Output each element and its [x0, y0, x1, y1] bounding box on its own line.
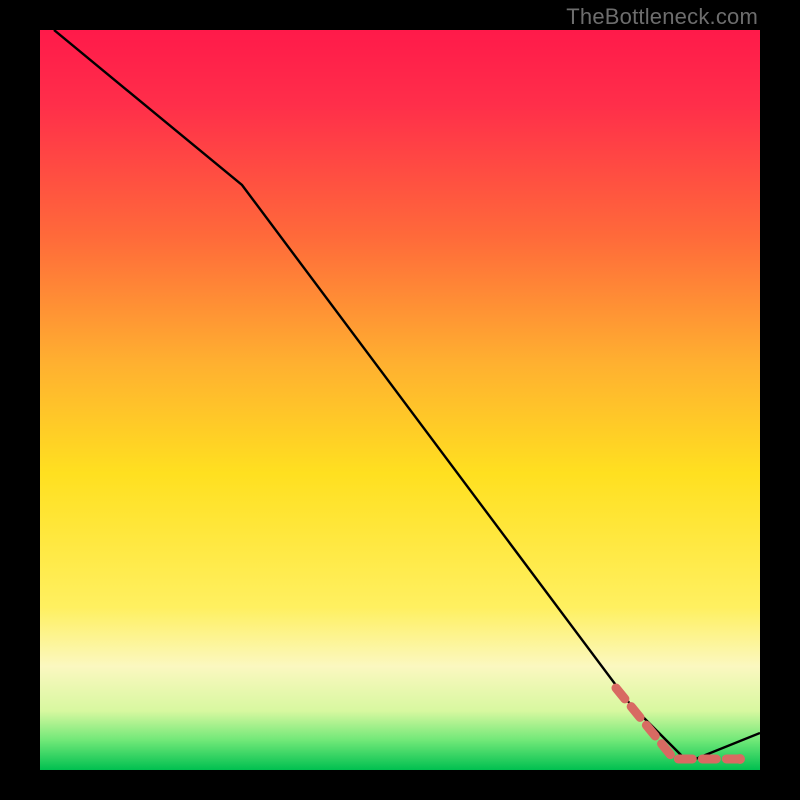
watermark-text: TheBottleneck.com [566, 4, 758, 30]
plot-area [40, 30, 760, 770]
gradient-background [40, 30, 760, 770]
chart-frame: TheBottleneck.com [0, 0, 800, 800]
highlight-end-dot [735, 754, 745, 764]
chart-svg [40, 30, 760, 770]
